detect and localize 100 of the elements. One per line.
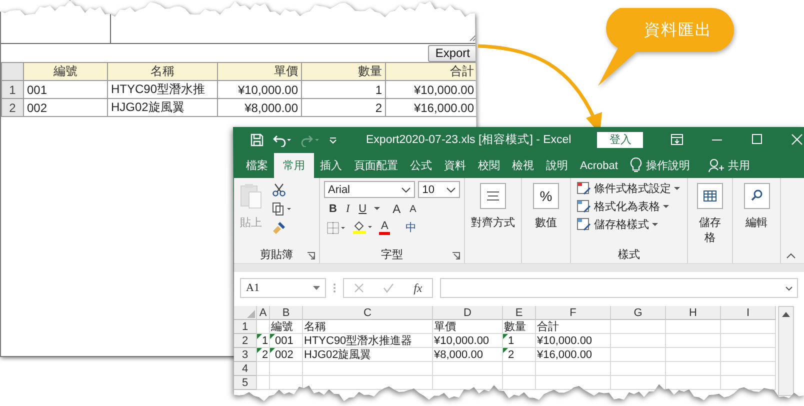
- font-color-button[interactable]: A: [379, 220, 390, 234]
- sheet-cell[interactable]: 001: [270, 334, 303, 348]
- sheet-cell[interactable]: 名稱: [303, 320, 433, 334]
- sheet-cell[interactable]: ¥10,000.00: [536, 334, 611, 348]
- style-command-button[interactable]: 儲存格樣式: [575, 217, 660, 232]
- font-style-button[interactable]: B: [327, 203, 339, 215]
- sheet-cell[interactable]: [270, 362, 303, 376]
- ribbon-tab[interactable]: 校閱: [472, 153, 506, 178]
- ribbon-tab[interactable]: 頁面配置: [348, 153, 404, 178]
- column-header[interactable]: D: [433, 306, 503, 320]
- number-format-button[interactable]: % 數值: [531, 181, 561, 230]
- vertical-scrollbar[interactable]: [778, 306, 794, 396]
- copy-icon[interactable]: [272, 202, 292, 216]
- error-indicator-icon[interactable]: [503, 348, 508, 353]
- ribbon-tab[interactable]: 說明: [540, 153, 574, 178]
- ribbon-tab[interactable]: 插入: [314, 153, 348, 178]
- sheet-cell[interactable]: [503, 376, 536, 390]
- editing-button[interactable]: 編輯: [742, 181, 772, 230]
- sheet-cell[interactable]: [257, 362, 270, 376]
- scroll-up-icon[interactable]: [782, 312, 790, 317]
- error-indicator-icon[interactable]: [270, 334, 275, 339]
- column-header[interactable]: F: [536, 306, 611, 320]
- close-icon[interactable]: [791, 134, 804, 145]
- share-button[interactable]: 共用: [724, 153, 754, 178]
- grow-font-button[interactable]: A: [390, 202, 403, 216]
- export-button[interactable]: Export: [428, 44, 477, 62]
- row-header[interactable]: 4: [234, 362, 257, 376]
- sheet-cell[interactable]: [721, 334, 776, 348]
- style-command-button[interactable]: 條件式格式設定: [575, 181, 682, 196]
- sheet-cell[interactable]: [666, 362, 721, 376]
- drag-handle-icon[interactable]: [333, 283, 336, 293]
- ribbon-tab[interactable]: 資料: [438, 153, 472, 178]
- dialog-launcher-icon[interactable]: [452, 252, 460, 260]
- sheet-cell[interactable]: [257, 320, 270, 334]
- sheet-cell[interactable]: [611, 334, 666, 348]
- sheet-cell[interactable]: [611, 376, 666, 390]
- row-header[interactable]: 1: [234, 320, 257, 334]
- maximize-icon[interactable]: [751, 134, 764, 145]
- undo-icon[interactable]: [272, 132, 292, 146]
- sheet-cell[interactable]: 數量: [503, 320, 536, 334]
- row-header[interactable]: 3: [234, 348, 257, 362]
- sheet-cell[interactable]: ¥8,000.00: [433, 348, 503, 362]
- cancel-icon[interactable]: [354, 283, 364, 293]
- sheet-cell[interactable]: [257, 376, 270, 390]
- sheet-cell[interactable]: [503, 362, 536, 376]
- caret-icon[interactable]: [374, 207, 380, 211]
- phonetic-guide-button[interactable]: 中: [403, 220, 418, 235]
- paintbrush-icon[interactable]: [272, 221, 286, 235]
- error-indicator-icon[interactable]: [257, 334, 262, 339]
- error-indicator-icon[interactable]: [257, 348, 262, 353]
- save-icon[interactable]: [250, 132, 264, 146]
- row-header[interactable]: 5: [234, 376, 257, 390]
- person-add-icon[interactable]: [708, 158, 724, 173]
- ribbon-tab[interactable]: 公式: [404, 153, 438, 178]
- sheet-cell[interactable]: [666, 320, 721, 334]
- sheet-cell[interactable]: [611, 362, 666, 376]
- style-command-button[interactable]: 格式化為表格: [575, 199, 671, 214]
- ribbon-display-icon[interactable]: [671, 134, 684, 145]
- expand-caret-icon[interactable]: [785, 286, 793, 290]
- sheet-cell[interactable]: 合計: [536, 320, 611, 334]
- sheet-cell[interactable]: 編號: [270, 320, 303, 334]
- fill-color-icon[interactable]: [352, 221, 374, 234]
- sheet-cell[interactable]: 1: [503, 334, 536, 348]
- font-style-button[interactable]: U: [356, 203, 369, 215]
- sheet-cell[interactable]: [721, 320, 776, 334]
- shrink-font-button[interactable]: A: [408, 204, 418, 214]
- sheet-cell[interactable]: 002: [270, 348, 303, 362]
- font-size-dropdown[interactable]: 10: [418, 181, 460, 198]
- column-header[interactable]: C: [303, 306, 433, 320]
- alignment-button[interactable]: 對齊方式: [469, 181, 517, 230]
- dialog-launcher-icon[interactable]: [307, 252, 315, 260]
- column-header[interactable]: I: [721, 306, 776, 320]
- sheet-cell[interactable]: ¥16,000.00: [536, 348, 611, 362]
- name-box[interactable]: A1: [240, 278, 326, 298]
- sheet-cell[interactable]: [721, 376, 776, 390]
- insert-function-button[interactable]: fx: [414, 280, 422, 296]
- sheet-cell[interactable]: [721, 348, 776, 362]
- column-header[interactable]: B: [270, 306, 303, 320]
- column-header[interactable]: G: [611, 306, 666, 320]
- lightbulb-icon[interactable]: [630, 157, 642, 173]
- column-header[interactable]: E: [503, 306, 536, 320]
- font-name-dropdown[interactable]: Arial: [324, 181, 416, 198]
- font-style-button[interactable]: I: [344, 203, 352, 215]
- sheet-cell[interactable]: 單價: [433, 320, 503, 334]
- error-indicator-icon[interactable]: [270, 348, 275, 353]
- ribbon-tab[interactable]: 檔案: [240, 153, 274, 178]
- ribbon-tab[interactable]: 常用: [274, 153, 314, 178]
- sheet-cell[interactable]: [611, 348, 666, 362]
- sheet-cell[interactable]: 2: [503, 348, 536, 362]
- sheet-cell[interactable]: [536, 376, 611, 390]
- sheet-cell[interactable]: [270, 376, 303, 390]
- customize-caret-icon[interactable]: [328, 134, 338, 144]
- formula-input-field[interactable]: [440, 278, 798, 298]
- sheet-cell[interactable]: [721, 362, 776, 376]
- sheet-cell[interactable]: [666, 334, 721, 348]
- sheet-cell[interactable]: [303, 362, 433, 376]
- sheet-cell[interactable]: HJG02旋風翼: [303, 348, 433, 362]
- collapse-ribbon-icon[interactable]: [786, 253, 796, 259]
- ribbon-tab[interactable]: 檢視: [506, 153, 540, 178]
- error-indicator-icon[interactable]: [503, 334, 508, 339]
